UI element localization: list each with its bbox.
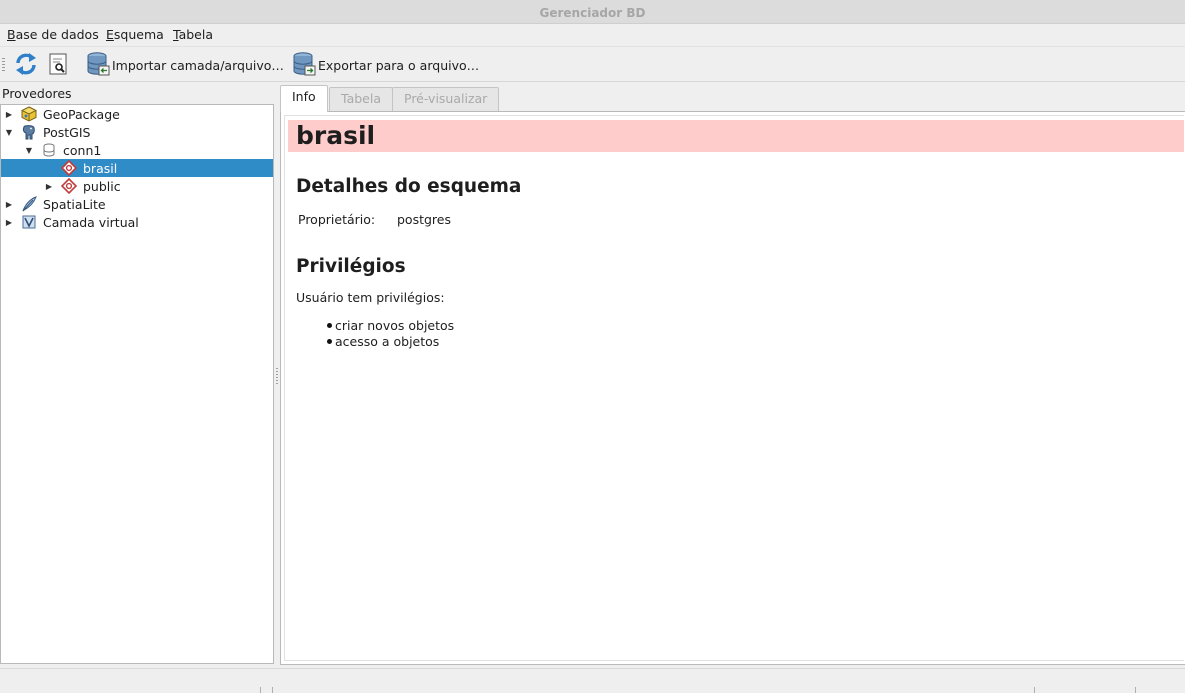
tree-item-spatialite[interactable]: ▶ SpatiaLite	[1, 195, 273, 213]
menu-tabela[interactable]: Tabela	[173, 27, 213, 42]
bullet-icon	[327, 323, 332, 328]
privileges-heading: Privilégios	[296, 256, 406, 277]
expand-arrow-icon[interactable]: ▶	[4, 199, 14, 209]
schema-icon	[60, 160, 78, 176]
providers-panel: Provedores ▶ GeoPackage ▼ PostGIS ▼ conn…	[0, 85, 274, 665]
tree-item-label: conn1	[63, 142, 102, 158]
tree-item-public[interactable]: ▶ public	[1, 177, 273, 195]
tree-item-label: Camada virtual	[43, 214, 139, 230]
export-file-button[interactable]: Exportar para o arquivo…	[292, 51, 480, 80]
postgis-elephant-icon	[20, 124, 38, 140]
toolbar-grip[interactable]	[2, 58, 5, 72]
status-separator	[1034, 687, 1035, 693]
info-content: brasil Detalhes do esquema Proprietário:…	[284, 115, 1184, 661]
list-item: acesso a objetos	[327, 334, 439, 349]
geopackage-icon	[20, 106, 38, 122]
menu-esquema[interactable]: Esquema	[106, 27, 164, 42]
info-header-band: brasil	[288, 120, 1184, 152]
tree-item-label: GeoPackage	[43, 106, 120, 122]
tree-item-postgis[interactable]: ▼ PostGIS	[1, 123, 273, 141]
status-separator	[260, 687, 261, 693]
collapse-arrow-icon[interactable]: ▼	[4, 127, 14, 137]
status-separator	[272, 687, 273, 693]
status-separator	[1135, 687, 1136, 693]
sql-window-button[interactable]	[47, 52, 69, 78]
panel-splitter[interactable]	[276, 368, 278, 386]
import-layer-label: Importar camada/arquivo…	[112, 57, 284, 73]
tree-item-brasil[interactable]: brasil	[1, 159, 273, 177]
info-pane: brasil Detalhes do esquema Proprietário:…	[280, 111, 1185, 665]
tab-info[interactable]: Info	[280, 85, 328, 112]
expand-arrow-icon[interactable]: ▶	[4, 217, 14, 227]
tab-pre-visualizar[interactable]: Pré-visualizar	[392, 87, 500, 111]
owner-key: Proprietário:	[298, 212, 376, 227]
tree-item-geopackage[interactable]: ▶ GeoPackage	[1, 105, 273, 123]
list-item: criar novos objetos	[327, 318, 454, 333]
collapse-arrow-icon[interactable]: ▼	[24, 145, 34, 155]
refresh-icon	[13, 51, 39, 80]
tree-item-label: brasil	[83, 160, 118, 176]
expand-arrow-icon[interactable]: ▶	[4, 109, 14, 119]
refresh-button[interactable]	[13, 52, 39, 78]
tab-bar: Info Tabela Pré-visualizar	[280, 85, 1185, 112]
virtual-layer-icon	[20, 214, 38, 230]
window-title: Gerenciador BD	[0, 0, 1185, 24]
tree-item-conn1[interactable]: ▼ conn1	[1, 141, 273, 159]
schema-icon	[60, 178, 78, 194]
menubar: Base de dados Esquema Tabela	[0, 25, 1185, 45]
import-layer-button[interactable]: Importar camada/arquivo…	[86, 51, 284, 80]
providers-tree[interactable]: ▶ GeoPackage ▼ PostGIS ▼ conn1 brasil ▶ …	[0, 104, 274, 664]
tree-item-label: SpatiaLite	[43, 196, 106, 212]
schema-details-heading: Detalhes do esquema	[296, 176, 522, 197]
owner-value: postgres	[397, 212, 451, 227]
expand-arrow-icon[interactable]: ▶	[44, 181, 54, 191]
details-panel: Info Tabela Pré-visualizar brasil Detalh…	[280, 85, 1185, 665]
providers-label: Provedores	[2, 86, 72, 101]
database-export-icon	[292, 51, 316, 80]
privileges-intro: Usuário tem privilégios:	[296, 290, 445, 305]
tree-item-camada-virtual[interactable]: ▶ Camada virtual	[1, 213, 273, 231]
info-title: brasil	[296, 121, 376, 150]
database-import-icon	[86, 51, 110, 80]
tree-item-label: PostGIS	[43, 124, 91, 140]
export-file-label: Exportar para o arquivo…	[318, 57, 480, 73]
spatialite-feather-icon	[20, 196, 38, 212]
toolbar: Importar camada/arquivo… Exportar para o…	[0, 46, 1185, 82]
tab-tabela[interactable]: Tabela	[329, 87, 393, 111]
sql-window-icon	[47, 52, 69, 79]
status-bar	[0, 668, 1185, 693]
tree-item-label: public	[83, 178, 121, 194]
bullet-icon	[327, 339, 332, 344]
database-icon	[40, 142, 58, 158]
menu-base-de-dados[interactable]: Base de dados	[7, 27, 99, 42]
